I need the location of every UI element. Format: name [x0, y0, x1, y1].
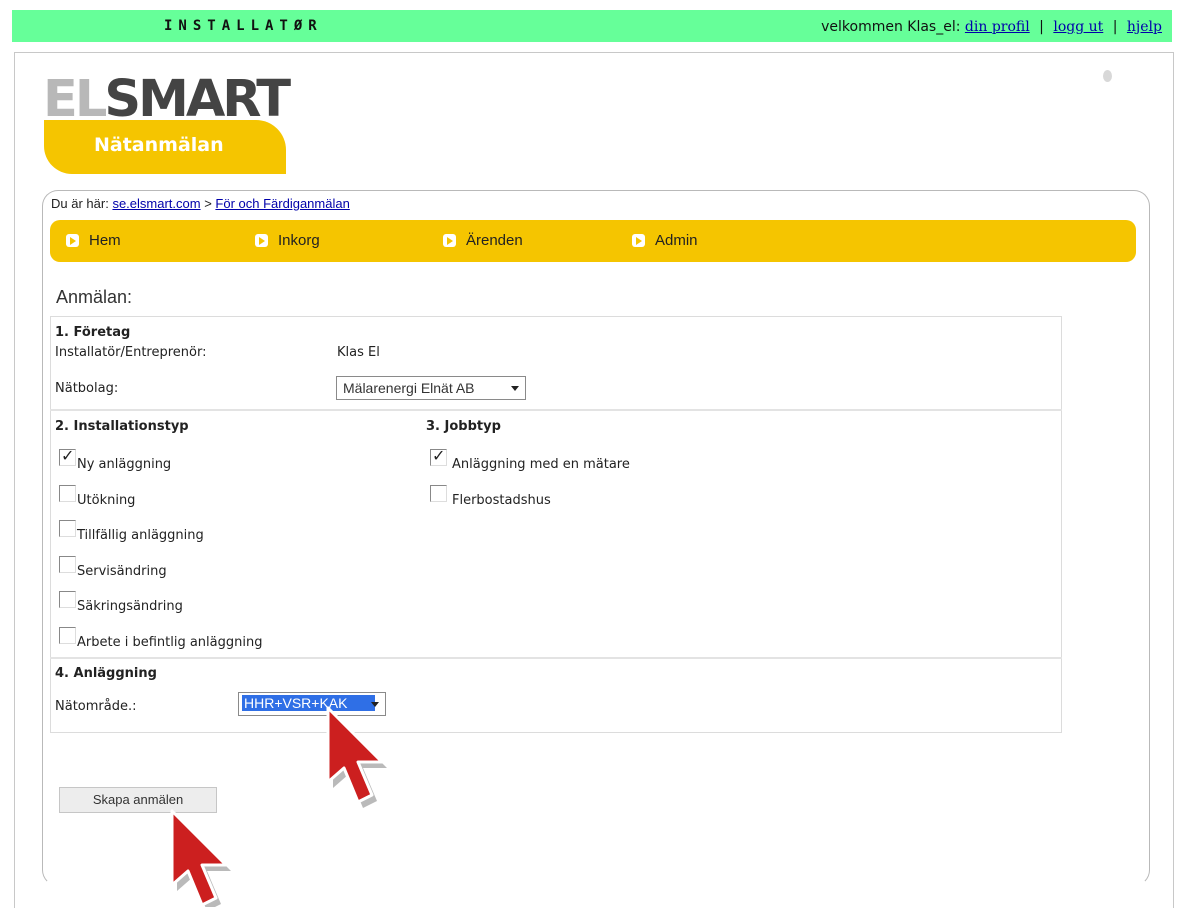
breadcrumb-prefix: Du är här: — [51, 196, 109, 211]
pointer-cursor-icon — [326, 706, 387, 808]
checkbox-label: Servisändring — [77, 564, 167, 579]
breadcrumb-home-link[interactable]: se.elsmart.com — [112, 196, 200, 211]
arrow-right-icon — [632, 234, 645, 247]
nav-item-inkorg[interactable]: Inkorg — [255, 232, 320, 249]
nav-item-admin[interactable]: Admin — [632, 232, 698, 249]
installer-value: Klas El — [337, 345, 380, 360]
pin-icon — [1103, 70, 1112, 82]
top-bar: INSTALLATØR velkommen Klas_el: din profi… — [12, 10, 1172, 42]
nav-item-arenden[interactable]: Ärenden — [443, 232, 523, 249]
installer-label: Installatör/Entreprenör: — [55, 345, 207, 360]
checkbox-arbete-befintlig[interactable] — [59, 627, 76, 644]
pointer-cursor-icon — [170, 809, 231, 907]
welcome-text: velkommen Klas_el: — [821, 19, 961, 35]
section-divider — [50, 657, 1062, 659]
main-nav: Hem Inkorg Ärenden Admin — [50, 220, 1136, 262]
grid-company-select[interactable]: Mälarenergi Elnät AB — [336, 376, 526, 400]
section-title-foretag: 1. Företag — [55, 325, 131, 340]
checkbox-label: Säkringsändring — [77, 599, 183, 614]
logout-link[interactable]: logg ut — [1053, 19, 1103, 35]
checkbox-label: Tillfällig anläggning — [77, 528, 204, 543]
profile-link[interactable]: din profil — [965, 19, 1030, 35]
nav-item-label: Admin — [655, 232, 698, 249]
arrow-right-icon — [443, 234, 456, 247]
section-title-jobbtyp: 3. Jobbtyp — [426, 419, 501, 434]
nav-item-label: Inkorg — [278, 232, 320, 249]
nav-item-hem[interactable]: Hem — [66, 232, 121, 249]
checkbox-en-matare[interactable] — [430, 446, 447, 466]
checkbox-servisandring[interactable] — [59, 556, 76, 573]
checkbox-flerbostadshus[interactable] — [430, 485, 447, 502]
form-box — [50, 316, 1062, 733]
checkbox-label: Flerbostadshus — [452, 493, 551, 508]
grid-company-value: Mälarenergi Elnät AB — [343, 380, 475, 396]
section-divider — [50, 409, 1062, 411]
breadcrumb-current-link[interactable]: För och Färdiganmälan — [215, 196, 349, 211]
checkbox-tillfallig-anlaggning[interactable] — [59, 520, 76, 537]
checkbox-label: Utökning — [77, 493, 136, 508]
checkbox-label: Anläggning med en mätare — [452, 457, 630, 472]
checkbox-utokning[interactable] — [59, 485, 76, 502]
arrow-right-icon — [66, 234, 79, 247]
user-area: velkommen Klas_el: din profil | logg ut … — [821, 19, 1162, 35]
checkbox-ny-anlaggning[interactable] — [59, 446, 76, 466]
section-title-anlaggning: 4. Anläggning — [55, 666, 157, 681]
checkbox-label: Ny anläggning — [77, 457, 172, 472]
separator: | — [1112, 19, 1118, 35]
arrow-right-icon — [255, 234, 268, 247]
breadcrumb-separator: > — [204, 196, 212, 211]
breadcrumb: Du är här: se.elsmart.com > För och Färd… — [51, 196, 350, 211]
form-title: Anmälan: — [56, 287, 133, 307]
chevron-down-icon — [511, 386, 519, 391]
role-label: INSTALLATØR — [164, 18, 323, 34]
logo-tagline: Nätanmälan — [94, 134, 224, 156]
network-area-label: Nätområde.: — [55, 699, 137, 714]
nav-item-label: Hem — [89, 232, 121, 249]
help-link[interactable]: hjelp — [1127, 19, 1162, 35]
section-title-installationstyp: 2. Installationstyp — [55, 419, 189, 434]
separator: | — [1039, 19, 1044, 35]
nav-item-label: Ärenden — [466, 232, 523, 249]
grid-company-label: Nätbolag: — [55, 381, 119, 396]
checkbox-label: Arbete i befintlig anläggning — [77, 635, 263, 650]
checkbox-sakringsandring[interactable] — [59, 591, 76, 608]
logo-tagline-badge: Nätanmälan — [44, 120, 286, 174]
